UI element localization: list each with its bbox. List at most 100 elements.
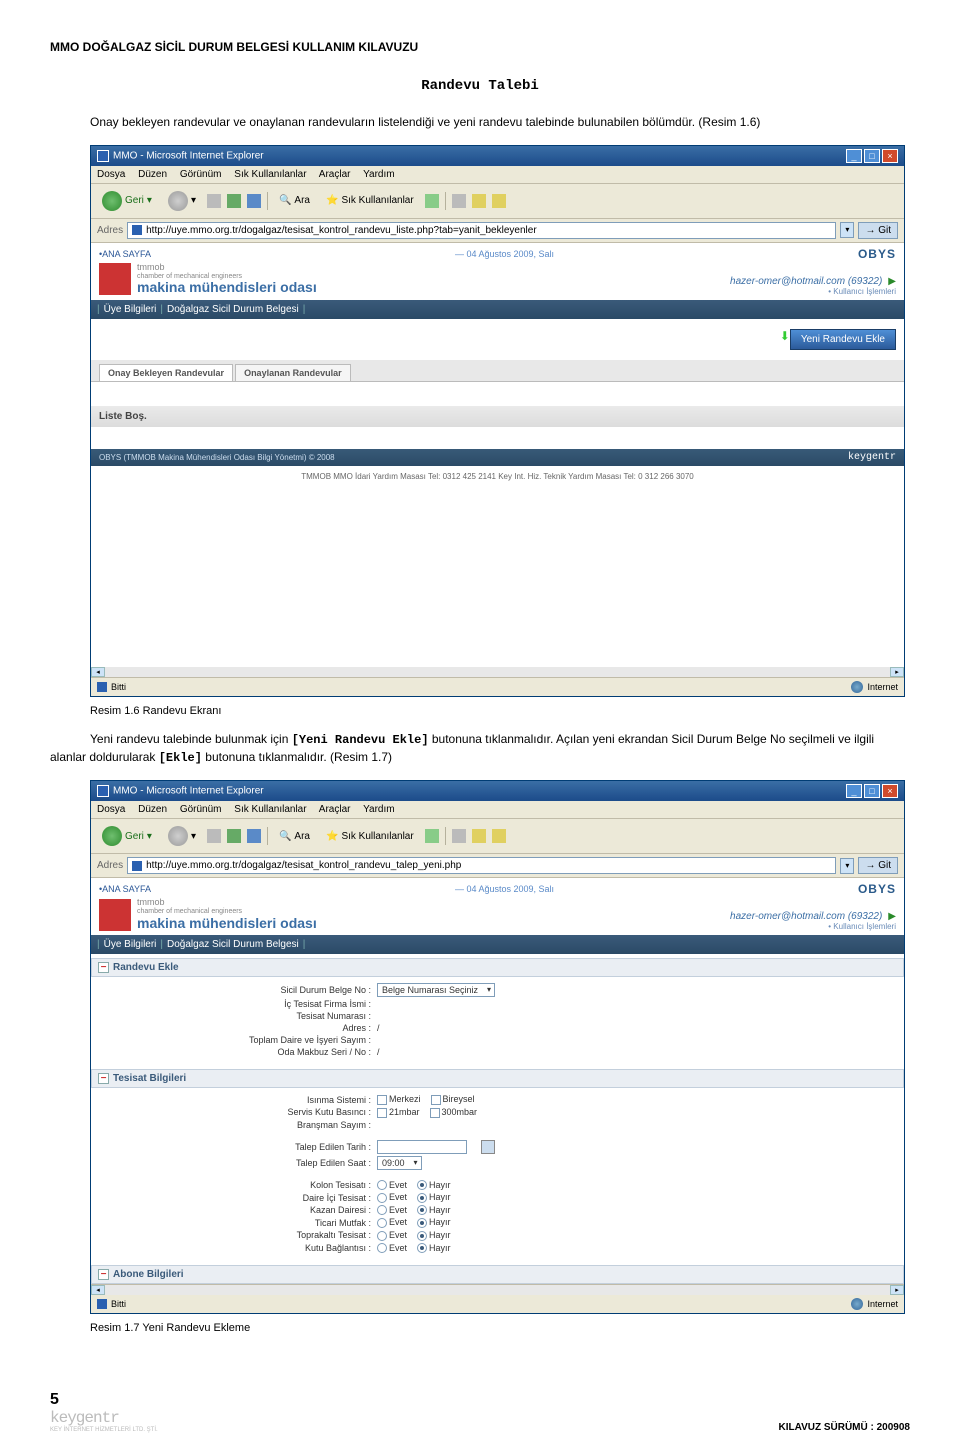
url-dropdown[interactable]: ▾: [840, 858, 854, 874]
url-input[interactable]: http://uye.mmo.org.tr/dogalgaz/tesisat_k…: [127, 222, 836, 239]
maximize-button[interactable]: □: [864, 784, 880, 798]
collapse-icon[interactable]: −: [98, 962, 109, 973]
collapse-icon[interactable]: −: [98, 1073, 109, 1084]
user-menu[interactable]: • Kullanıcı İşlemleri: [730, 922, 896, 931]
rad-daire-e[interactable]: [377, 1193, 387, 1203]
history-icon[interactable]: [425, 829, 439, 843]
address-bar: Adres http://uye.mmo.org.tr/dogalgaz/tes…: [91, 854, 904, 878]
refresh-icon[interactable]: [227, 194, 241, 208]
menu-tools[interactable]: Araçlar: [319, 804, 351, 815]
rad-kazan-h[interactable]: [417, 1205, 427, 1215]
menubar: Dosya Düzen Görünüm Sık Kullanılanlar Ar…: [91, 166, 904, 184]
menu-edit[interactable]: Düzen: [138, 169, 167, 180]
menu-help[interactable]: Yardım: [363, 169, 395, 180]
stop-icon[interactable]: [207, 829, 221, 843]
edit-icon[interactable]: [492, 829, 506, 843]
collapse-icon[interactable]: −: [98, 1269, 109, 1280]
rad-kolon-h[interactable]: [417, 1180, 427, 1190]
forward-button[interactable]: ▾: [163, 188, 201, 214]
rad-kolon-e[interactable]: [377, 1180, 387, 1190]
logo-main: makina mühendisleri odası: [137, 280, 317, 295]
rad-kutu-e[interactable]: [377, 1243, 387, 1253]
menu-tools[interactable]: Araçlar: [319, 169, 351, 180]
close-button[interactable]: ×: [882, 149, 898, 163]
go-button[interactable]: → Git: [858, 222, 898, 239]
chk-merkezi[interactable]: [377, 1095, 387, 1105]
rad-kutu-h[interactable]: [417, 1243, 427, 1253]
tab-approved[interactable]: Onaylanan Randevular: [235, 364, 351, 381]
user-arrow-icon[interactable]: ▶: [888, 276, 896, 287]
stop-icon[interactable]: [207, 194, 221, 208]
ie-icon: [97, 785, 109, 797]
done-icon: [97, 682, 107, 692]
refresh-icon[interactable]: [227, 829, 241, 843]
print-icon[interactable]: [472, 194, 486, 208]
nav-dogalgaz[interactable]: Doğalgaz Sicil Durum Belgesi: [167, 939, 299, 950]
toolbar: Geri ▾ ▾ 🔍 Ara ⭐ Sık Kullanılanlar: [91, 184, 904, 219]
new-randevu-button[interactable]: Yeni Randevu Ekle: [790, 329, 896, 350]
favorites-button[interactable]: ⭐ Sık Kullanılanlar: [321, 828, 419, 845]
form-head-randevu[interactable]: −Randevu Ekle: [91, 958, 904, 977]
rad-toprak-h[interactable]: [417, 1231, 427, 1241]
rad-kazan-e[interactable]: [377, 1205, 387, 1215]
rad-mutfak-h[interactable]: [417, 1218, 427, 1228]
rad-mutfak-e[interactable]: [377, 1218, 387, 1228]
menu-favorites[interactable]: Sık Kullanılanlar: [234, 169, 306, 180]
belge-select[interactable]: Belge Numarası Seçiniz: [377, 983, 495, 997]
mail-icon[interactable]: [452, 194, 466, 208]
form-head-abone[interactable]: −Abone Bilgileri: [91, 1265, 904, 1284]
history-icon[interactable]: [425, 194, 439, 208]
user-info: hazer-omer@hotmail.com (69322)▶ • Kullan…: [730, 911, 896, 931]
print-icon[interactable]: [472, 829, 486, 843]
home-icon[interactable]: [247, 194, 261, 208]
edit-icon[interactable]: [492, 194, 506, 208]
menu-file[interactable]: Dosya: [97, 169, 125, 180]
url-input[interactable]: http://uye.mmo.org.tr/dogalgaz/tesisat_k…: [127, 857, 836, 874]
mmo-logo: tmmob chamber of mechanical engineers ma…: [99, 898, 317, 931]
nav-uye[interactable]: Üye Bilgileri: [104, 304, 157, 315]
tab-pending[interactable]: Onay Bekleyen Randevular: [99, 364, 233, 381]
date-input[interactable]: [377, 1140, 467, 1154]
chk-21[interactable]: [377, 1108, 387, 1118]
nav-dogalgaz[interactable]: Doğalgaz Sicil Durum Belgesi: [167, 304, 299, 315]
calendar-icon[interactable]: [481, 1140, 495, 1154]
user-arrow-icon[interactable]: ▶: [888, 911, 896, 922]
done-icon: [97, 1299, 107, 1309]
close-button[interactable]: ×: [882, 784, 898, 798]
chk-300[interactable]: [430, 1108, 440, 1118]
menu-help[interactable]: Yardım: [363, 804, 395, 815]
rad-daire-h[interactable]: [417, 1193, 427, 1203]
menu-favorites[interactable]: Sık Kullanılanlar: [234, 804, 306, 815]
minimize-button[interactable]: _: [846, 149, 862, 163]
menu-view[interactable]: Görünüm: [180, 169, 222, 180]
h-scrollbar[interactable]: ◂▸: [91, 667, 904, 677]
page-number: 5: [50, 1391, 158, 1409]
time-select[interactable]: 09:00: [377, 1156, 422, 1170]
favorites-button[interactable]: ⭐ Sık Kullanılanlar: [321, 192, 419, 209]
home-link[interactable]: •ANA SAYFA: [99, 884, 151, 894]
lbl-kutu: Kutu Bağlantısı :: [97, 1243, 377, 1253]
search-button[interactable]: 🔍 Ara: [274, 192, 315, 209]
back-button[interactable]: Geri ▾: [97, 823, 157, 849]
search-button[interactable]: 🔍 Ara: [274, 828, 315, 845]
maximize-button[interactable]: □: [864, 149, 880, 163]
nav-uye[interactable]: Üye Bilgileri: [104, 939, 157, 950]
url-dropdown[interactable]: ▾: [840, 222, 854, 238]
rad-toprak-e[interactable]: [377, 1231, 387, 1241]
h-scrollbar[interactable]: ◂▸: [91, 1284, 904, 1294]
menubar: Dosya Düzen Görünüm Sık Kullanılanlar Ar…: [91, 801, 904, 819]
menu-edit[interactable]: Düzen: [138, 804, 167, 815]
menu-file[interactable]: Dosya: [97, 804, 125, 815]
back-button[interactable]: Geri ▾: [97, 188, 157, 214]
forward-button[interactable]: ▾: [163, 823, 201, 849]
minimize-button[interactable]: _: [846, 784, 862, 798]
addr-label: Adres: [97, 225, 123, 236]
home-icon[interactable]: [247, 829, 261, 843]
menu-view[interactable]: Görünüm: [180, 804, 222, 815]
chk-bireysel[interactable]: [431, 1095, 441, 1105]
mail-icon[interactable]: [452, 829, 466, 843]
go-button[interactable]: → Git: [858, 857, 898, 874]
form-head-tesisat[interactable]: −Tesisat Bilgileri: [91, 1069, 904, 1088]
user-menu[interactable]: • Kullanıcı İşlemleri: [730, 287, 896, 296]
home-link[interactable]: •ANA SAYFA: [99, 249, 151, 259]
